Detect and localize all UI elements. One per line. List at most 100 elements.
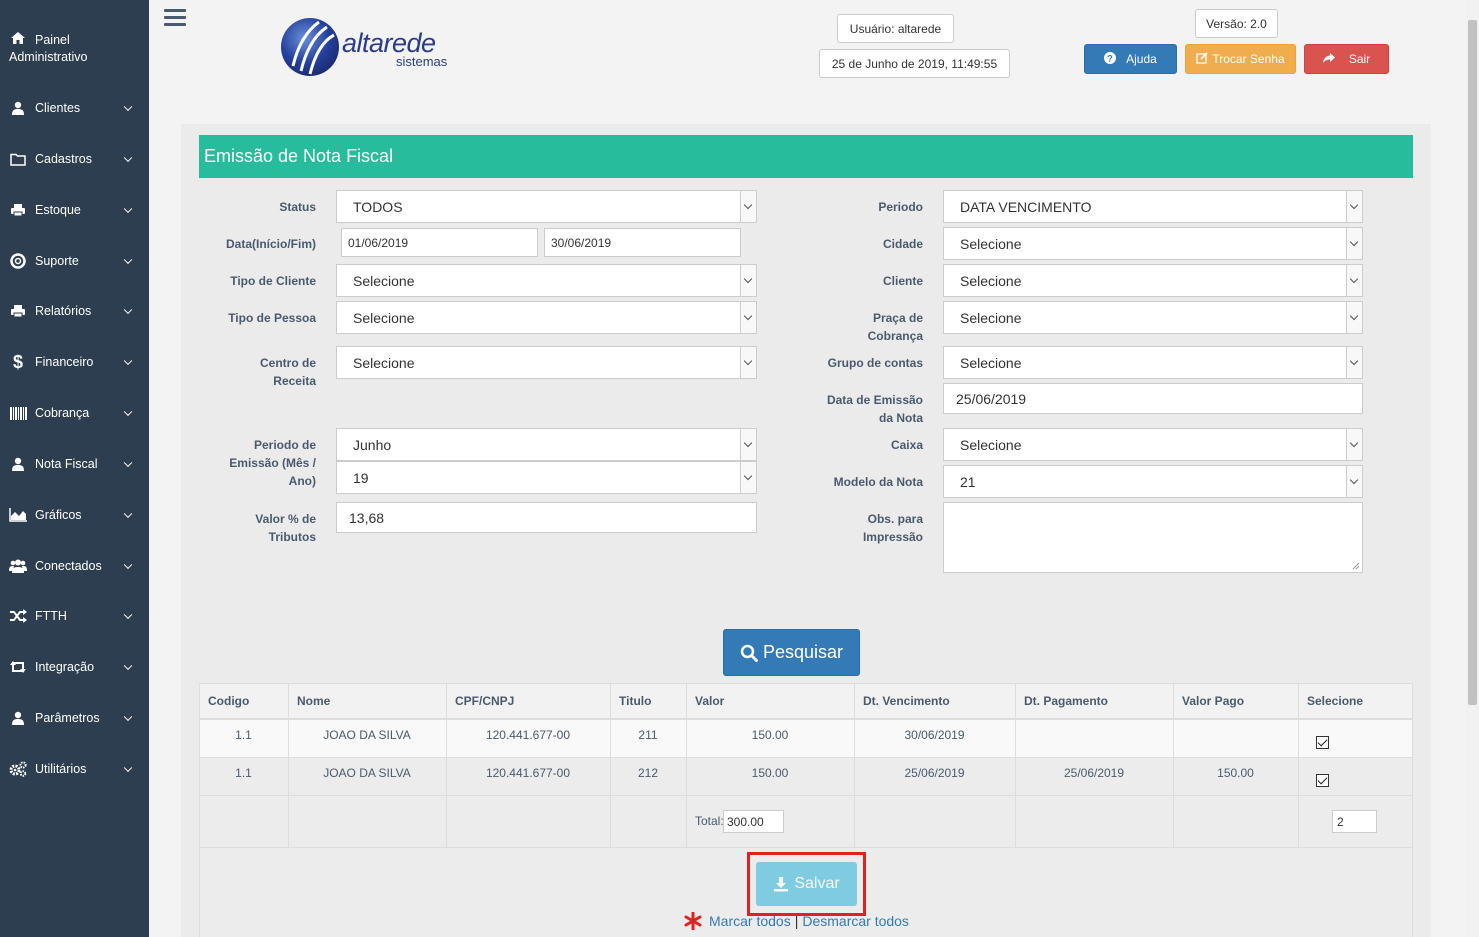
city-label: Cidade bbox=[882, 237, 923, 251]
selected-count-input[interactable]: 2 bbox=[1332, 810, 1377, 833]
sidebar-item-label: Clientes bbox=[35, 101, 81, 115]
client-select[interactable]: Selecione bbox=[943, 264, 1363, 297]
chevron-down-icon bbox=[123, 661, 133, 671]
print-icon bbox=[9, 303, 27, 319]
revenue-center-select[interactable]: Selecione bbox=[336, 346, 757, 379]
page-title: Emissão de Nota Fiscal bbox=[199, 135, 1413, 178]
resize-handle-icon[interactable] bbox=[1352, 562, 1360, 570]
sidebar-item-clientes[interactable]: Clientes bbox=[0, 88, 149, 128]
cell-valor: 150.00 bbox=[751, 766, 789, 780]
user-icon bbox=[9, 100, 27, 116]
cell-titulo: 212 bbox=[637, 766, 659, 780]
chevron-down-icon bbox=[1346, 347, 1362, 378]
chevron-down-icon bbox=[1346, 191, 1362, 222]
label-line: Centro de bbox=[259, 356, 316, 370]
chevron-down-icon bbox=[123, 712, 133, 722]
cashier-select[interactable]: Selecione bbox=[943, 428, 1363, 461]
status-label: Status bbox=[279, 200, 316, 214]
cell-vencimento: 30/06/2019 bbox=[904, 728, 965, 742]
select-value: Selecione bbox=[353, 354, 415, 371]
sidebar-item-label: Estoque bbox=[35, 203, 81, 217]
sidebar-item-nota-fiscal[interactable]: Nota Fiscal bbox=[0, 444, 149, 484]
tax-input[interactable]: 13,68 bbox=[336, 502, 757, 533]
sidebar-item-estoque[interactable]: Estoque bbox=[0, 190, 149, 230]
chevron-down-icon bbox=[740, 429, 756, 460]
user-label: Usuário: altarede bbox=[837, 14, 954, 43]
status-select[interactable]: TODOS bbox=[336, 190, 757, 223]
date-end-input[interactable]: 30/06/2019 bbox=[544, 228, 741, 257]
unmark-all-link[interactable]: Desmarcar todos bbox=[802, 913, 909, 929]
sidebar: Painel Administrativo Clientes Cadastros… bbox=[0, 0, 149, 937]
search-button[interactable]: Pesquisar bbox=[723, 629, 860, 676]
cell-pagamento bbox=[1015, 719, 1173, 751]
dates-label: Data(Início/Fim) bbox=[225, 237, 316, 251]
help-label: Ajuda bbox=[1126, 52, 1157, 66]
cell-vencimento: 25/06/2019 bbox=[904, 766, 965, 780]
share-icon bbox=[1322, 52, 1335, 66]
sidebar-item-utilitarios[interactable]: Utilitários bbox=[0, 749, 149, 789]
label-line: Ano) bbox=[288, 474, 316, 488]
user-icon bbox=[9, 456, 27, 472]
obs-textarea[interactable] bbox=[943, 502, 1363, 573]
sidebar-item-parametros[interactable]: Parâmetros bbox=[0, 698, 149, 738]
client-type-select[interactable]: Selecione bbox=[336, 264, 757, 297]
logout-label: Sair bbox=[1348, 52, 1371, 66]
cell-nome: JOAO DA SILVA bbox=[323, 728, 411, 742]
column-header: CPF/CNPJ bbox=[455, 694, 515, 708]
scrollbar[interactable] bbox=[1466, 0, 1479, 937]
person-type-select[interactable]: Selecione bbox=[336, 301, 757, 334]
chevron-down-icon bbox=[740, 347, 756, 378]
select-links: Marcar todos | Desmarcar todos bbox=[684, 911, 909, 931]
cell-codigo: 1.1 bbox=[235, 766, 252, 780]
row-select-checkbox[interactable] bbox=[1316, 736, 1329, 749]
month-select[interactable]: Junho bbox=[336, 428, 757, 461]
chevron-down-icon bbox=[1346, 302, 1362, 333]
chevron-down-icon bbox=[123, 610, 133, 620]
label-line: Cobrança bbox=[867, 329, 923, 343]
logout-button[interactable]: Sair bbox=[1304, 44, 1389, 74]
select-value: Selecione bbox=[960, 354, 1022, 371]
cashier-label: Caixa bbox=[890, 438, 923, 452]
scrollbar-thumb[interactable] bbox=[1468, 20, 1477, 705]
model-select[interactable]: 21 bbox=[943, 465, 1363, 498]
accounts-group-select[interactable]: Selecione bbox=[943, 346, 1363, 379]
change-password-button[interactable]: Trocar Senha bbox=[1185, 44, 1296, 74]
sidebar-item-label: Administrativo bbox=[9, 50, 88, 64]
chevron-down-icon bbox=[740, 265, 756, 296]
date-start-input[interactable]: 01/06/2019 bbox=[341, 228, 538, 257]
logo-subtext: sistemas bbox=[396, 54, 448, 69]
select-value: Selecione bbox=[353, 272, 415, 289]
chevron-down-icon bbox=[1346, 429, 1362, 460]
label-line: da Nota bbox=[878, 411, 923, 425]
help-button[interactable]: ? Ajuda bbox=[1084, 44, 1177, 74]
accounts-group-label: Grupo de contas bbox=[827, 356, 923, 370]
area-chart-icon bbox=[9, 507, 27, 523]
sidebar-item-relatorios[interactable]: Relatórios bbox=[0, 291, 149, 331]
billing-select[interactable]: Selecione bbox=[943, 301, 1363, 334]
year-select[interactable]: 19 bbox=[336, 461, 757, 494]
emission-period-label: Periodo de Emissão (Mês / Ano) bbox=[216, 436, 316, 490]
period-label: Periodo bbox=[878, 200, 923, 214]
sidebar-item-cadastros[interactable]: Cadastros bbox=[0, 139, 149, 179]
sidebar-item-suporte[interactable]: Suporte bbox=[0, 241, 149, 281]
sidebar-item-cobranca[interactable]: Cobrança bbox=[0, 393, 149, 433]
cell-cpf: 120.441.677-00 bbox=[485, 728, 571, 742]
sidebar-item-integracao[interactable]: Integração bbox=[0, 647, 149, 687]
sidebar-item-ftth[interactable]: FTTH bbox=[0, 596, 149, 636]
period-select[interactable]: DATA VENCIMENTO bbox=[943, 190, 1363, 223]
search-icon bbox=[740, 644, 758, 662]
sidebar-item-painel[interactable]: Painel Administrativo bbox=[0, 30, 149, 74]
sidebar-item-conectados[interactable]: Conectados bbox=[0, 546, 149, 586]
total-input[interactable]: 300.00 bbox=[723, 810, 784, 833]
save-button[interactable]: Salvar bbox=[756, 862, 857, 906]
mark-all-link[interactable]: Marcar todos bbox=[709, 913, 791, 929]
search-label: Pesquisar bbox=[762, 642, 844, 662]
column-header: Dt. Pagamento bbox=[1024, 694, 1109, 708]
sidebar-item-financeiro[interactable]: $ Financeiro bbox=[0, 342, 149, 382]
sidebar-item-graficos[interactable]: Gráficos bbox=[0, 495, 149, 535]
city-select[interactable]: Selecione bbox=[943, 227, 1363, 260]
emission-date-input[interactable]: 25/06/2019 bbox=[943, 383, 1363, 414]
row-select-checkbox[interactable] bbox=[1316, 774, 1329, 787]
menu-toggle-button[interactable] bbox=[164, 9, 186, 27]
sidebar-item-label: Cobrança bbox=[35, 406, 90, 420]
